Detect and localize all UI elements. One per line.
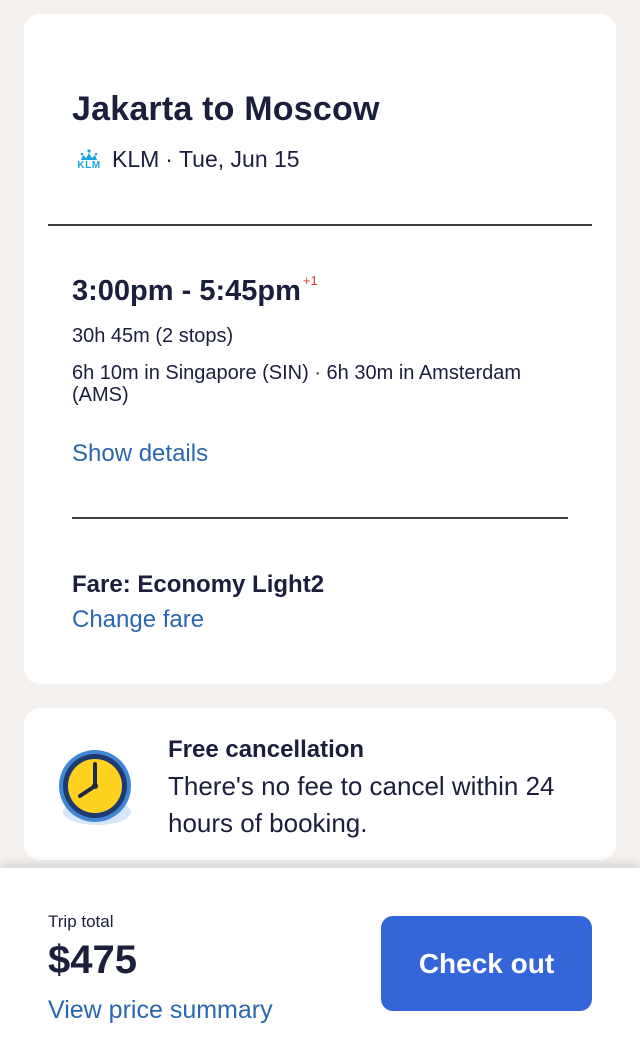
checkout-button[interactable]: Check out (381, 916, 592, 1011)
divider (72, 517, 568, 519)
view-price-summary-link[interactable]: View price summary (48, 996, 273, 1025)
cancellation-title: Free cancellation (168, 736, 365, 763)
clock-icon (52, 744, 138, 830)
show-details-link[interactable]: Show details (72, 440, 208, 468)
cancellation-text: There's no fee to cancel within 24 hours… (168, 771, 555, 838)
separator-dot: · (165, 146, 173, 172)
depart-time: 3:00pm (72, 275, 174, 307)
arrive-time: 5:45pm (199, 275, 301, 307)
airline-date-row: KLM KLM · Tue, Jun 15 (72, 146, 300, 173)
airline-name: KLM (112, 146, 160, 172)
flight-times: 3:00pm - 5:45pm +1 (72, 273, 318, 308)
day-offset: +1 (302, 273, 318, 289)
time-dash: - (181, 275, 192, 307)
change-fare-link[interactable]: Change fare (72, 606, 204, 634)
fare-type: Fare: Economy Light2 (72, 571, 325, 598)
flight-date: Tue, Jun 15 (178, 146, 300, 172)
klm-logo-icon: KLM (72, 148, 106, 172)
route-title: Jakarta to Moscow (72, 90, 380, 128)
trip-total-label: Trip total (48, 912, 114, 931)
divider (48, 224, 592, 226)
layover-info: 6h 10m in Singapore (SIN) · 6h 30m in Am… (72, 362, 522, 406)
trip-total-price: $475 (48, 938, 137, 982)
flight-duration: 30h 45m (2 stops) (72, 325, 234, 347)
